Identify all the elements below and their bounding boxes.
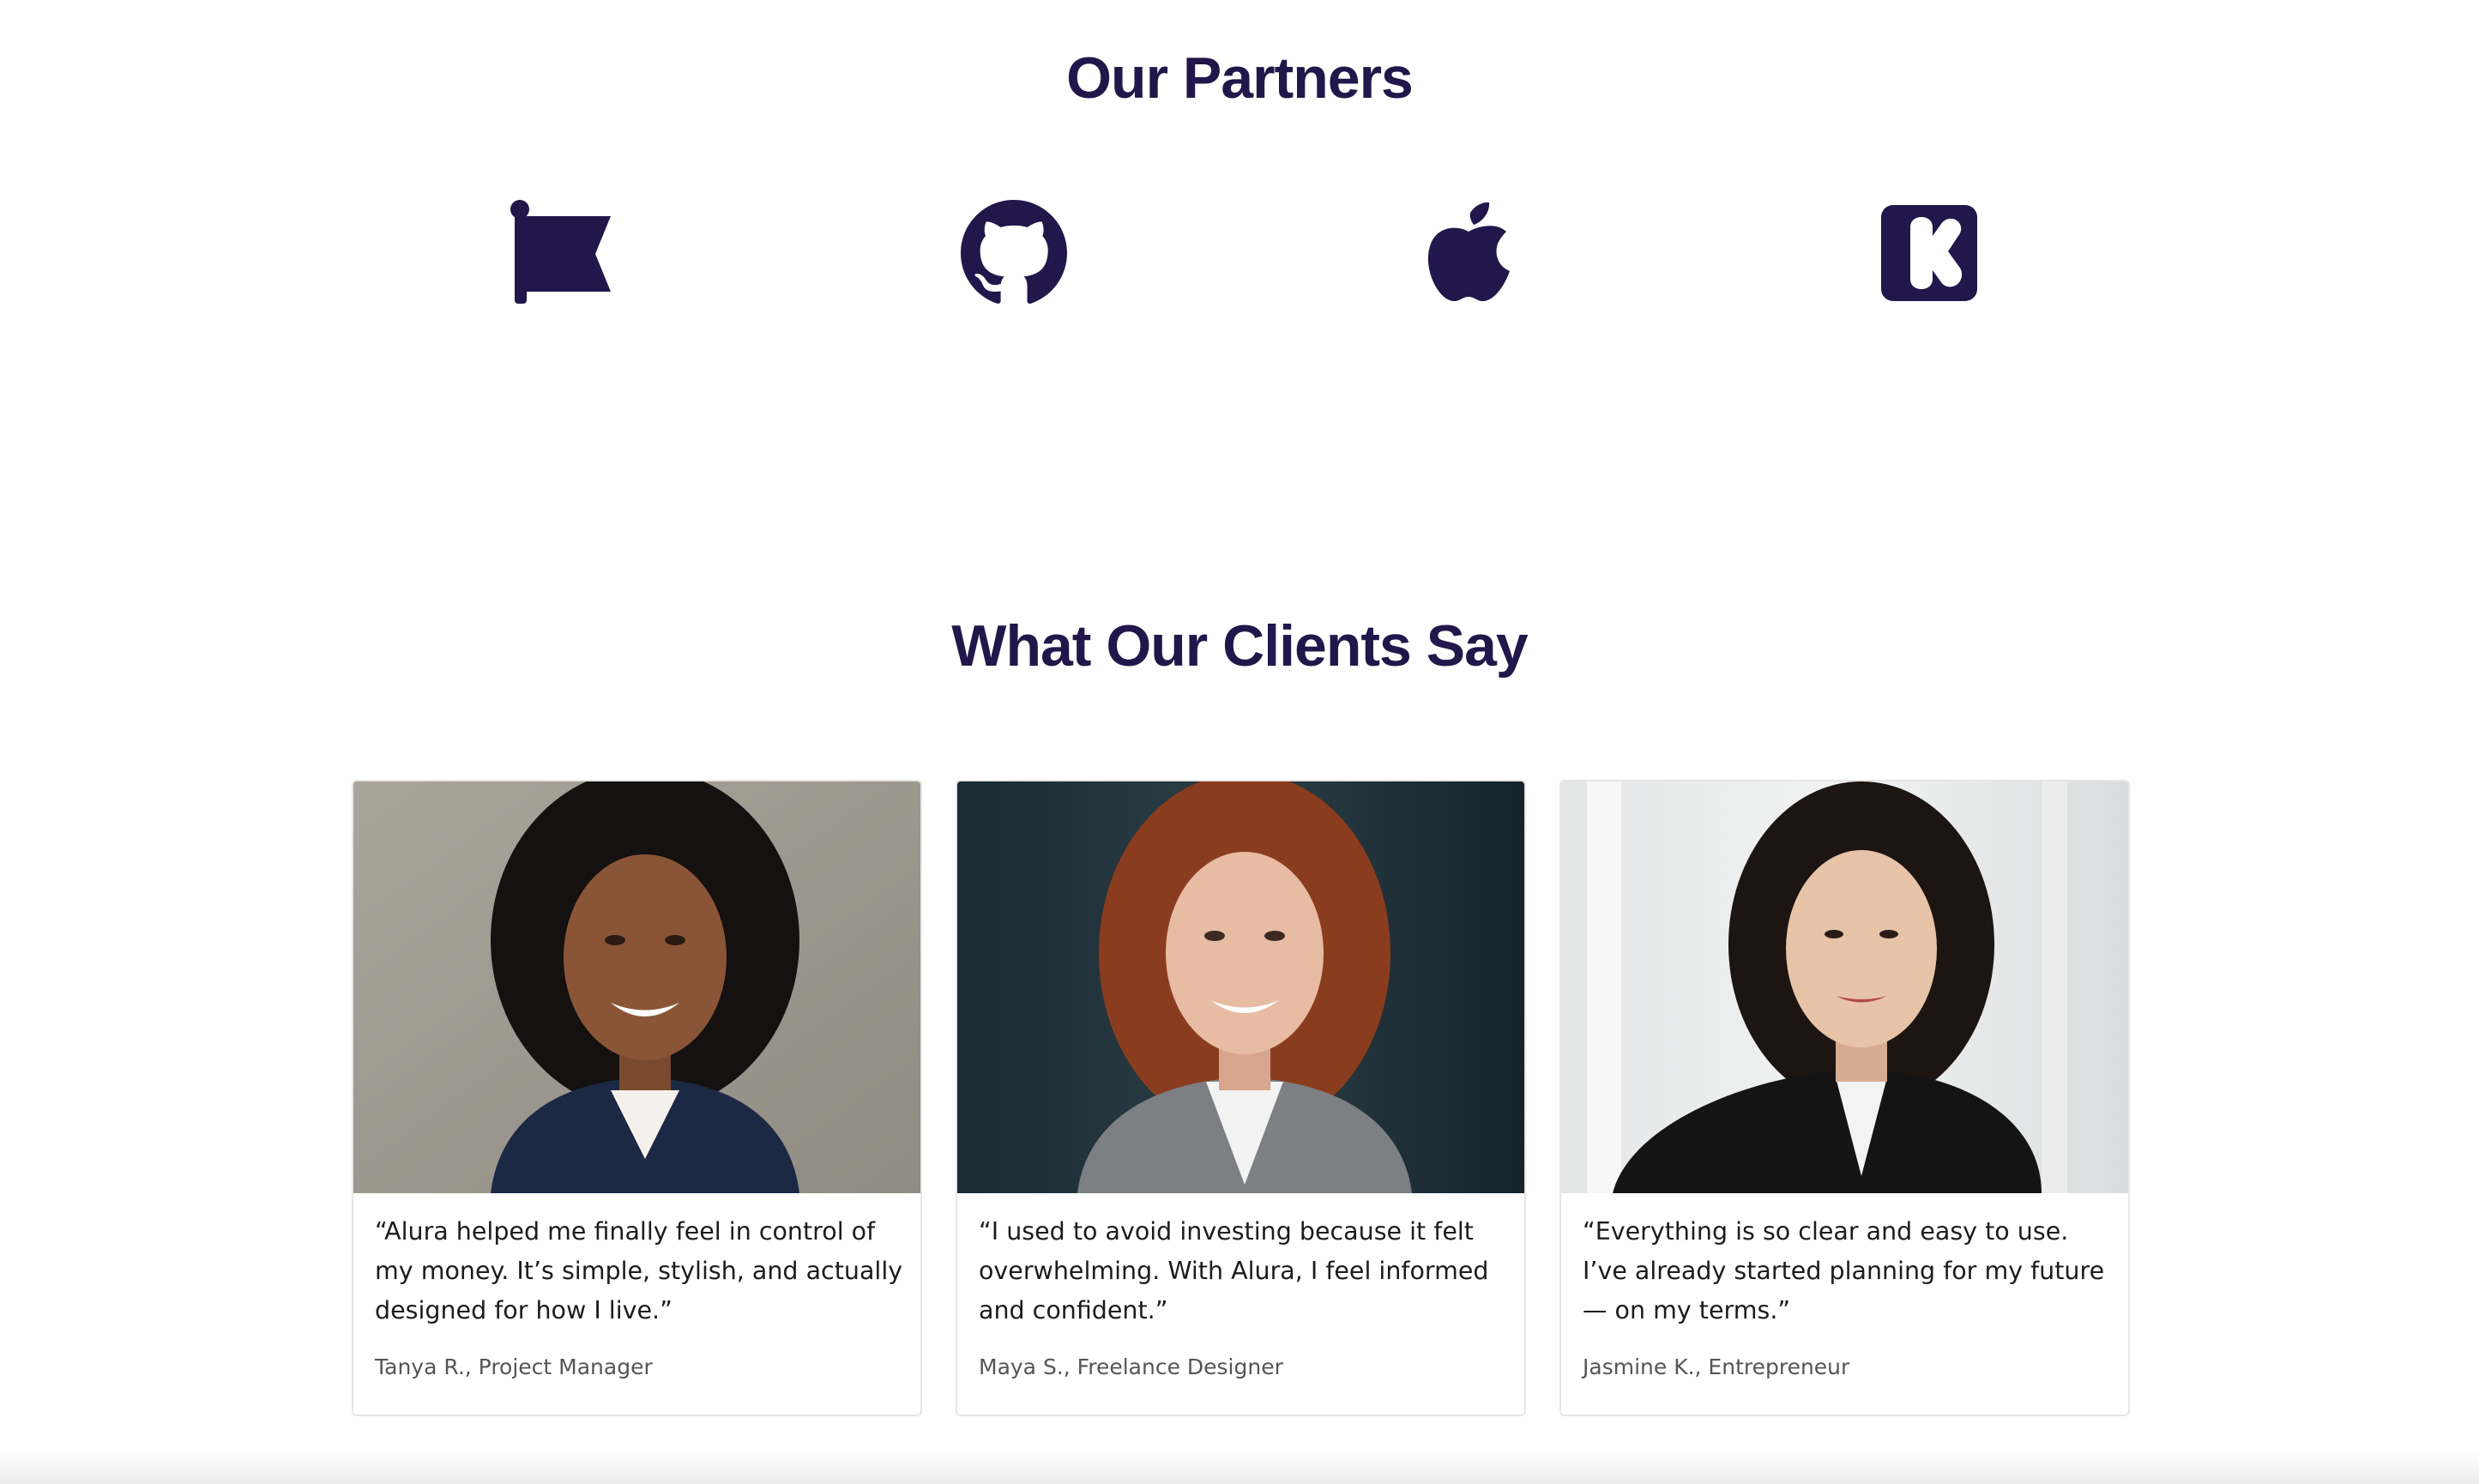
testimonial-card: “Alura helped me finally feel in control… bbox=[352, 780, 922, 1416]
partner-logo-kickstarter[interactable] bbox=[1869, 197, 1989, 309]
github-icon bbox=[961, 200, 1067, 304]
testimonial-card: “Everything is so clear and easy to use.… bbox=[1559, 780, 2130, 1416]
bottom-fade bbox=[0, 1450, 2479, 1484]
testimonial-card: “I used to avoid investing because it fe… bbox=[956, 780, 1526, 1416]
apple-icon bbox=[1427, 202, 1510, 302]
testimonial-author: Jasmine K., Entrepreneur bbox=[1583, 1354, 1850, 1379]
partner-logo-apple[interactable] bbox=[1408, 197, 1529, 309]
testimonial-author: Tanya R., Project Manager bbox=[375, 1354, 653, 1379]
testimonial-author: Maya S., Freelance Designer bbox=[979, 1354, 1283, 1379]
testimonials-heading: What Our Clients Say bbox=[951, 613, 1528, 679]
testimonial-quote: “Alura helped me finally feel in control… bbox=[375, 1217, 903, 1324]
testimonial-quote: “Everything is so clear and easy to use.… bbox=[1583, 1217, 2105, 1324]
partner-logo-github[interactable] bbox=[954, 197, 1074, 309]
client-photo bbox=[1561, 781, 2128, 1193]
partners-heading: Our Partners bbox=[1066, 45, 1414, 111]
client-photo bbox=[957, 781, 1524, 1193]
flag-icon bbox=[510, 200, 611, 304]
partner-logo-flag[interactable] bbox=[502, 197, 622, 309]
kickstarter-icon bbox=[1881, 205, 1977, 301]
client-photo bbox=[353, 781, 920, 1193]
testimonial-quote: “I used to avoid investing because it fe… bbox=[979, 1217, 1489, 1324]
